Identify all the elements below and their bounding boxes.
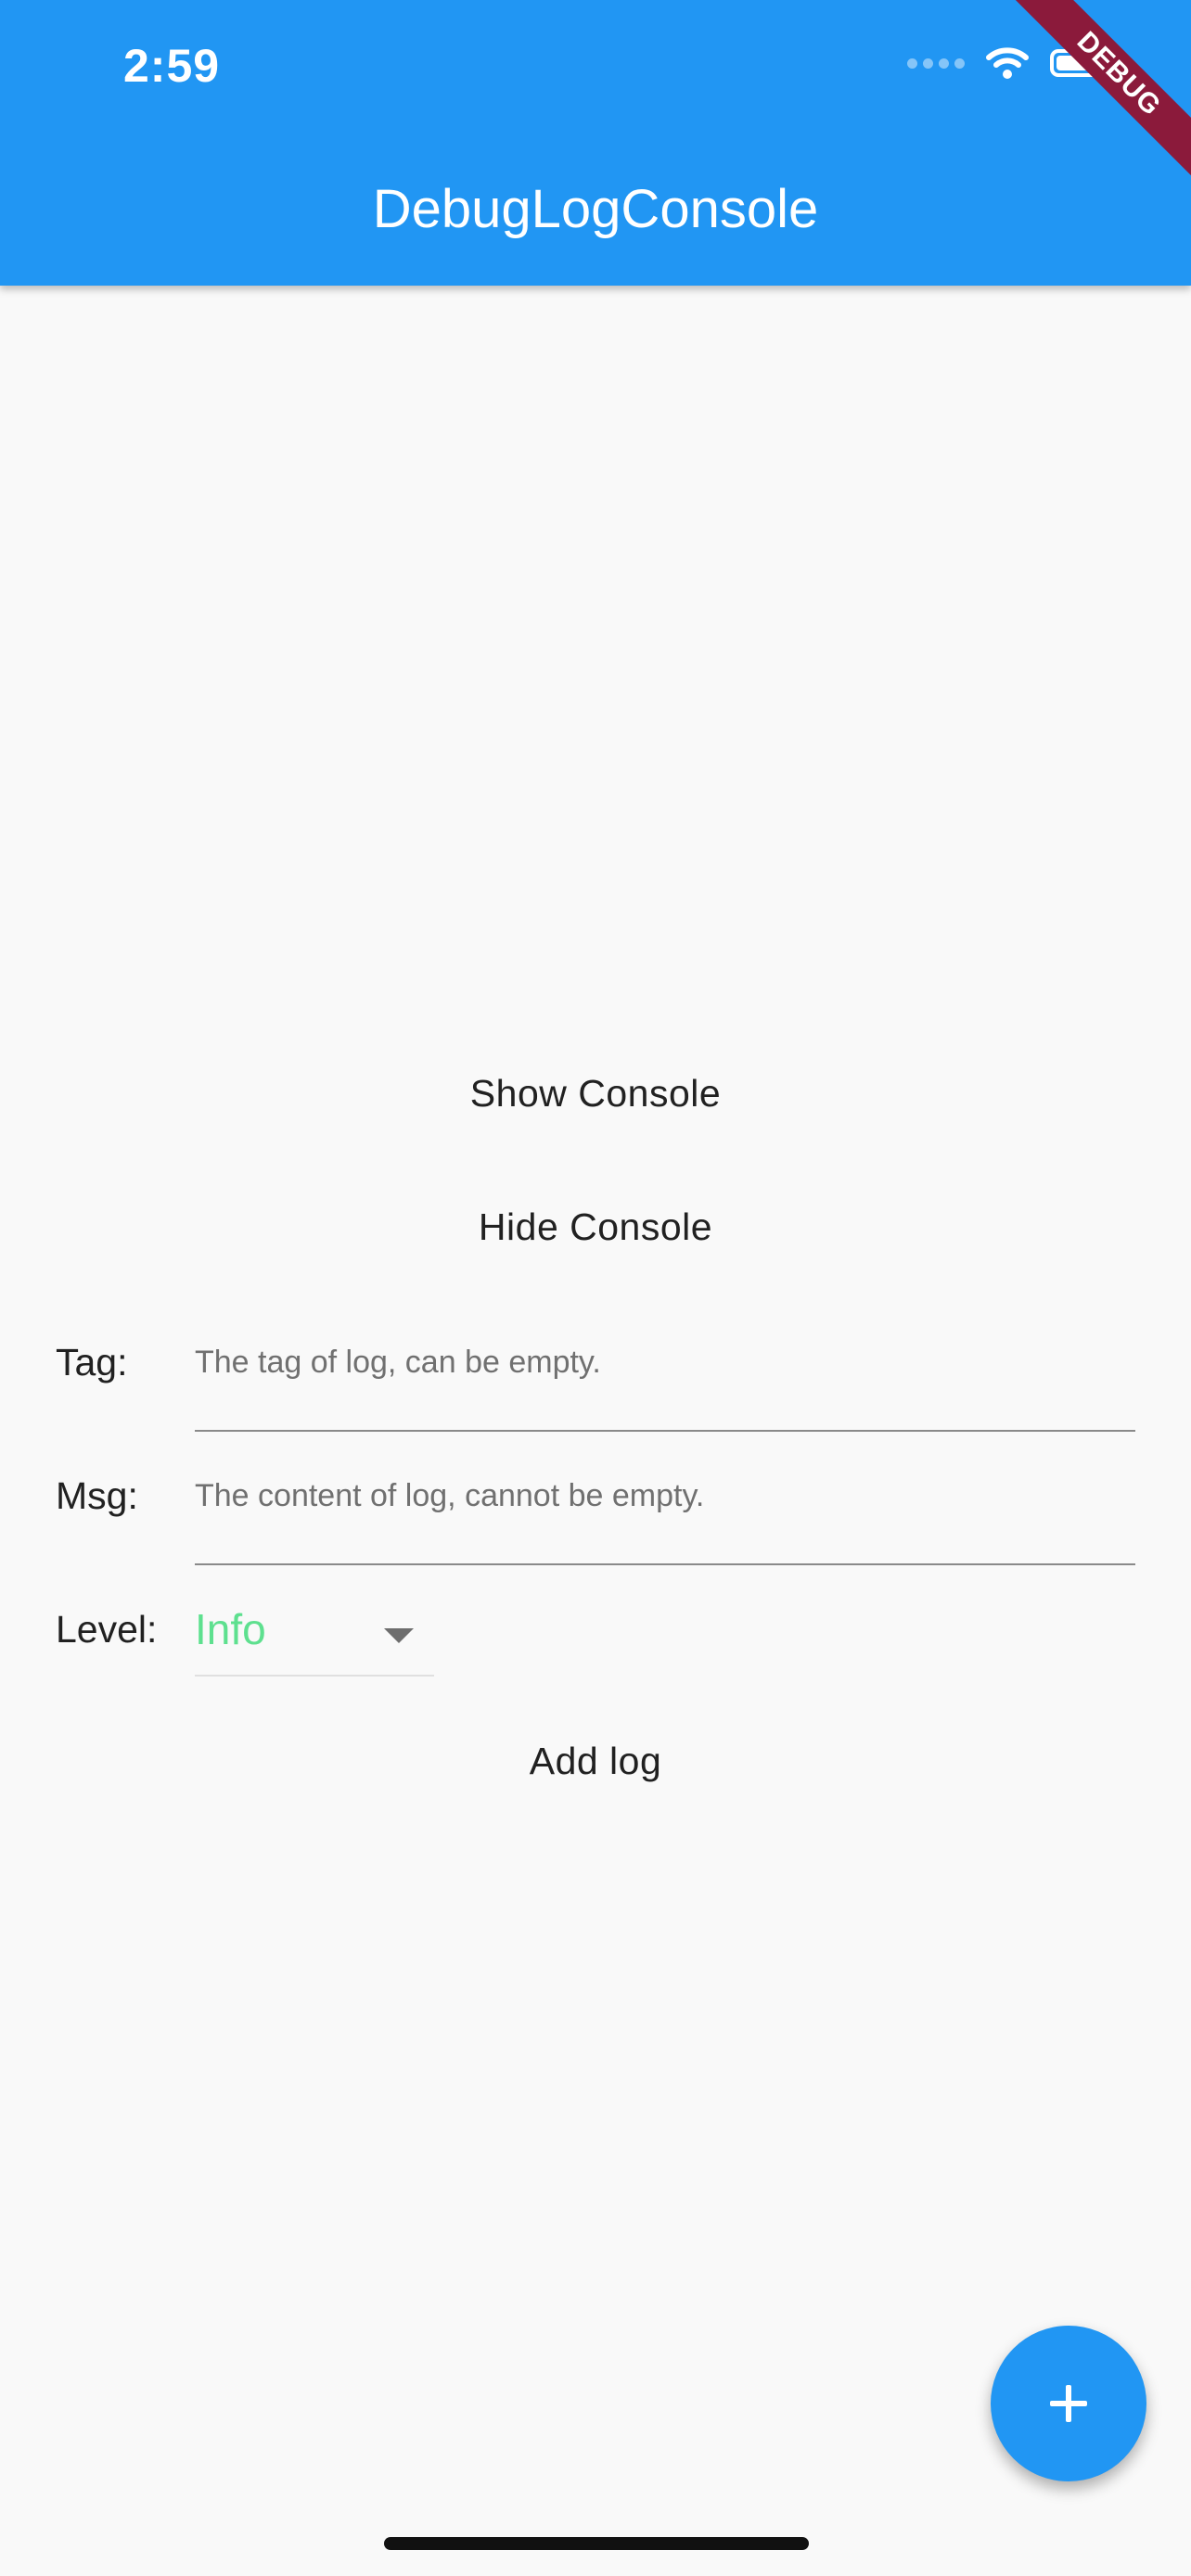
show-console-button[interactable]: Show Console — [0, 1072, 1191, 1116]
wifi-icon — [986, 47, 1029, 79]
app-bar: 2:59 DebugLogConsole — [0, 0, 1191, 286]
msg-label: Msg: — [56, 1474, 138, 1517]
add-log-button[interactable]: Add log — [0, 1740, 1191, 1783]
plus-icon — [1050, 2385, 1087, 2422]
page-title: DebugLogConsole — [372, 179, 819, 239]
level-dropdown-value: Info — [195, 1605, 266, 1653]
tag-field-placeholder: The tag of log, can be empty. — [195, 1345, 601, 1380]
cellular-signal-icon — [907, 57, 965, 69]
add-fab-button[interactable] — [991, 2326, 1146, 2481]
tag-label: Tag: — [56, 1341, 128, 1384]
msg-field-placeholder: The content of log, cannot be empty. — [195, 1478, 705, 1513]
status-time: 2:59 — [123, 40, 221, 92]
dropdown-arrow-icon — [384, 1628, 414, 1643]
level-dropdown[interactable]: Info — [195, 1593, 434, 1677]
level-label: Level: — [56, 1608, 158, 1651]
home-indicator — [384, 2537, 809, 2550]
tag-field[interactable]: The tag of log, can be empty. — [195, 1302, 1135, 1432]
hide-console-button[interactable]: Hide Console — [0, 1205, 1191, 1249]
msg-field[interactable]: The content of log, cannot be empty. — [195, 1435, 1135, 1565]
